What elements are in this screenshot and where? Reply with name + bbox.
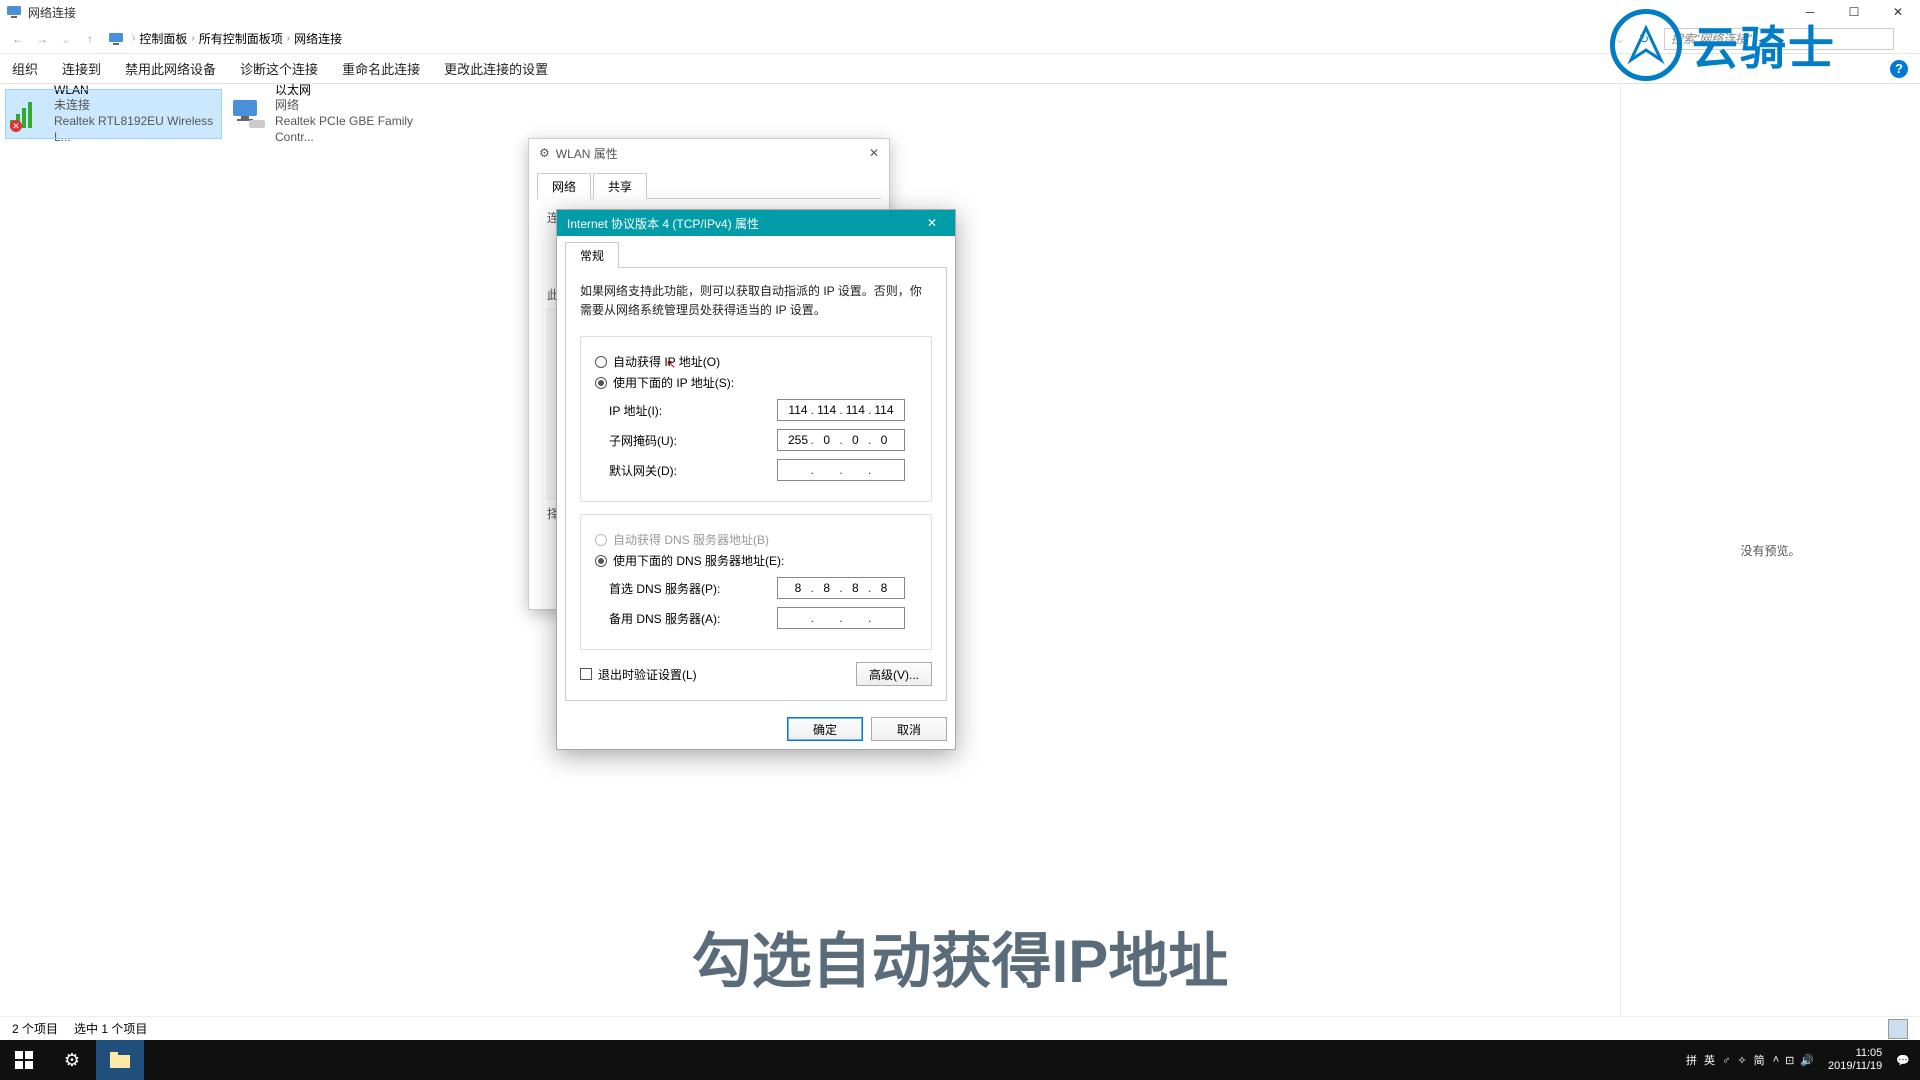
- adapter-wlan[interactable]: ✕ WLAN 未连接 Realtek RTL8192EU Wireless L.…: [6, 90, 221, 138]
- knight-icon: [1610, 9, 1682, 81]
- close-icon[interactable]: ✕: [869, 146, 879, 160]
- taskbar: ⚙ 拼 英 ♂ ✧ 简 ˄ ⊡ 🔊 11:05 2019/11/19 💬: [0, 1040, 1920, 1080]
- close-button[interactable]: ✕: [1876, 0, 1920, 24]
- cancel-button[interactable]: 取消: [871, 717, 947, 741]
- subnet-mask-input[interactable]: 255. 0. 0. 0: [777, 429, 905, 451]
- radio-manual-ip[interactable]: [595, 377, 607, 389]
- forward-button[interactable]: →: [30, 27, 54, 51]
- radio-manual-dns-label: 使用下面的 DNS 服务器地址(E):: [613, 552, 784, 569]
- content-area: ✕ WLAN 未连接 Realtek RTL8192EU Wireless L.…: [0, 84, 1920, 1016]
- explorer-taskbar-button[interactable]: [96, 1040, 144, 1080]
- breadcrumb-item[interactable]: 所有控制面板项: [199, 30, 283, 47]
- dns-group: 自动获得 DNS 服务器地址(B) 使用下面的 DNS 服务器地址(E): 首选…: [580, 514, 932, 650]
- radio-auto-dns-label: 自动获得 DNS 服务器地址(B): [613, 531, 769, 548]
- ipv4-title: Internet 协议版本 4 (TCP/IPv4) 属性: [567, 215, 759, 232]
- radio-manual-dns[interactable]: [595, 555, 607, 567]
- wlan-dialog-icon: ⚙: [539, 146, 550, 160]
- breadcrumb[interactable]: › 控制面板 › 所有控制面板项 › 网络连接: [132, 30, 1608, 47]
- monitor-icon: [108, 31, 124, 47]
- taskbar-clock[interactable]: 11:05 2019/11/19: [1820, 1047, 1890, 1073]
- ip-address-input[interactable]: 114. 114. 114. 114: [777, 399, 905, 421]
- rename-button[interactable]: 重命名此连接: [342, 59, 420, 78]
- radio-auto-ip[interactable]: [595, 356, 607, 368]
- chevron-right-icon: ›: [132, 33, 135, 44]
- volume-tray-icon[interactable]: 🔊: [1800, 1054, 1814, 1067]
- disable-device-button[interactable]: 禁用此网络设备: [125, 59, 216, 78]
- help-icon[interactable]: ?: [1890, 60, 1908, 78]
- adapter-device: Realtek PCIe GBE Family Contr...: [275, 114, 440, 145]
- notifications-tray-icon[interactable]: 💬: [1896, 1054, 1910, 1067]
- back-button[interactable]: ←: [6, 27, 30, 51]
- dns1-label: 首选 DNS 服务器(P):: [609, 580, 777, 597]
- preview-pane: 没有预览。: [1620, 84, 1920, 1016]
- ip-address-label: IP 地址(I):: [609, 402, 777, 419]
- subnet-mask-label: 子网掩码(U):: [609, 432, 777, 449]
- ime-indicator[interactable]: 拼 英 ♂ ✧ 简: [1686, 1052, 1767, 1068]
- cursor-icon: ↖: [666, 357, 676, 371]
- ipv4-titlebar[interactable]: Internet 协议版本 4 (TCP/IPv4) 属性 ✕: [557, 210, 955, 236]
- network-icon: [6, 4, 22, 20]
- clock-time: 11:05: [1828, 1047, 1882, 1060]
- adapter-status: 网络: [275, 98, 440, 114]
- chevron-right-icon: ›: [191, 33, 194, 44]
- system-tray: 拼 英 ♂ ✧ 简 ˄ ⊡ 🔊 11:05 2019/11/19 💬: [1686, 1047, 1920, 1073]
- item-count: 2 个项目: [12, 1020, 58, 1037]
- gateway-label: 默认网关(D):: [609, 462, 777, 479]
- watermark-logo: 云骑士: [1610, 0, 1880, 90]
- ok-button[interactable]: 确定: [787, 717, 863, 741]
- gateway-input[interactable]: . . .: [777, 459, 905, 481]
- clock-date: 2019/11/19: [1828, 1060, 1882, 1073]
- no-preview-label: 没有预览。: [1740, 542, 1800, 559]
- subtitle-caption: 勾选自动获得IP地址: [0, 913, 1920, 1000]
- selected-count: 选中 1 个项目: [74, 1020, 147, 1037]
- ipv4-description: 如果网络支持此功能，则可以获取自动指派的 IP 设置。否则，你需要从网络系统管理…: [580, 282, 932, 320]
- dialog-titlebar[interactable]: ⚙ WLAN 属性 ✕: [529, 139, 889, 167]
- tab-share[interactable]: 共享: [593, 173, 647, 199]
- connect-to-button[interactable]: 连接到: [62, 59, 101, 78]
- adapter-name: WLAN: [54, 83, 219, 99]
- validate-checkbox[interactable]: [580, 668, 592, 680]
- wifi-icon: ✕: [8, 93, 48, 135]
- network-tray-icon[interactable]: ⊡: [1785, 1054, 1794, 1067]
- chevron-right-icon: ›: [287, 33, 290, 44]
- radio-manual-ip-label: 使用下面的 IP 地址(S):: [613, 374, 734, 391]
- breadcrumb-item[interactable]: 网络连接: [294, 30, 342, 47]
- start-button[interactable]: [0, 1040, 48, 1080]
- up-button[interactable]: ↑: [78, 27, 102, 51]
- tab-network[interactable]: 网络: [537, 173, 591, 199]
- validate-label: 退出时验证设置(L): [598, 666, 697, 683]
- ethernet-icon: [229, 93, 269, 135]
- adapter-name: 以太网: [275, 83, 440, 99]
- tray-chevron-icon[interactable]: ˄: [1773, 1054, 1779, 1066]
- history-dropdown[interactable]: ⌄: [54, 27, 78, 51]
- dns2-input[interactable]: . . .: [777, 607, 905, 629]
- dns1-input[interactable]: 8. 8. 8. 8: [777, 577, 905, 599]
- diagnose-button[interactable]: 诊断这个连接: [240, 59, 318, 78]
- settings-taskbar-button[interactable]: ⚙: [48, 1040, 96, 1080]
- dns2-label: 备用 DNS 服务器(A):: [609, 610, 777, 627]
- adapter-list: ✕ WLAN 未连接 Realtek RTL8192EU Wireless L.…: [0, 84, 448, 1016]
- organize-menu[interactable]: 组织: [12, 59, 38, 78]
- advanced-button[interactable]: 高级(V)...: [856, 662, 932, 686]
- close-icon[interactable]: ✕: [919, 210, 945, 236]
- adapter-ethernet[interactable]: 以太网 网络 Realtek PCIe GBE Family Contr...: [227, 90, 442, 138]
- wlan-dialog-title: WLAN 属性: [556, 145, 618, 162]
- adapter-device: Realtek RTL8192EU Wireless L...: [54, 114, 219, 145]
- view-mode-icon[interactable]: [1888, 1019, 1908, 1039]
- breadcrumb-item[interactable]: 控制面板: [139, 30, 187, 47]
- svg-text:✕: ✕: [12, 121, 20, 131]
- tab-general[interactable]: 常规: [565, 242, 619, 268]
- radio-auto-dns: [595, 534, 607, 546]
- logo-text: 云骑士: [1692, 12, 1836, 78]
- status-bar: 2 个项目 选中 1 个项目: [0, 1016, 1920, 1040]
- change-settings-button[interactable]: 更改此连接的设置: [444, 59, 548, 78]
- ipv4-properties-dialog: Internet 协议版本 4 (TCP/IPv4) 属性 ✕ 常规 如果网络支…: [556, 209, 956, 750]
- window-title: 网络连接: [28, 4, 76, 21]
- ip-group: 自动获得 IP 地址(O) ↖ 使用下面的 IP 地址(S): IP 地址(I)…: [580, 336, 932, 502]
- adapter-status: 未连接: [54, 98, 219, 114]
